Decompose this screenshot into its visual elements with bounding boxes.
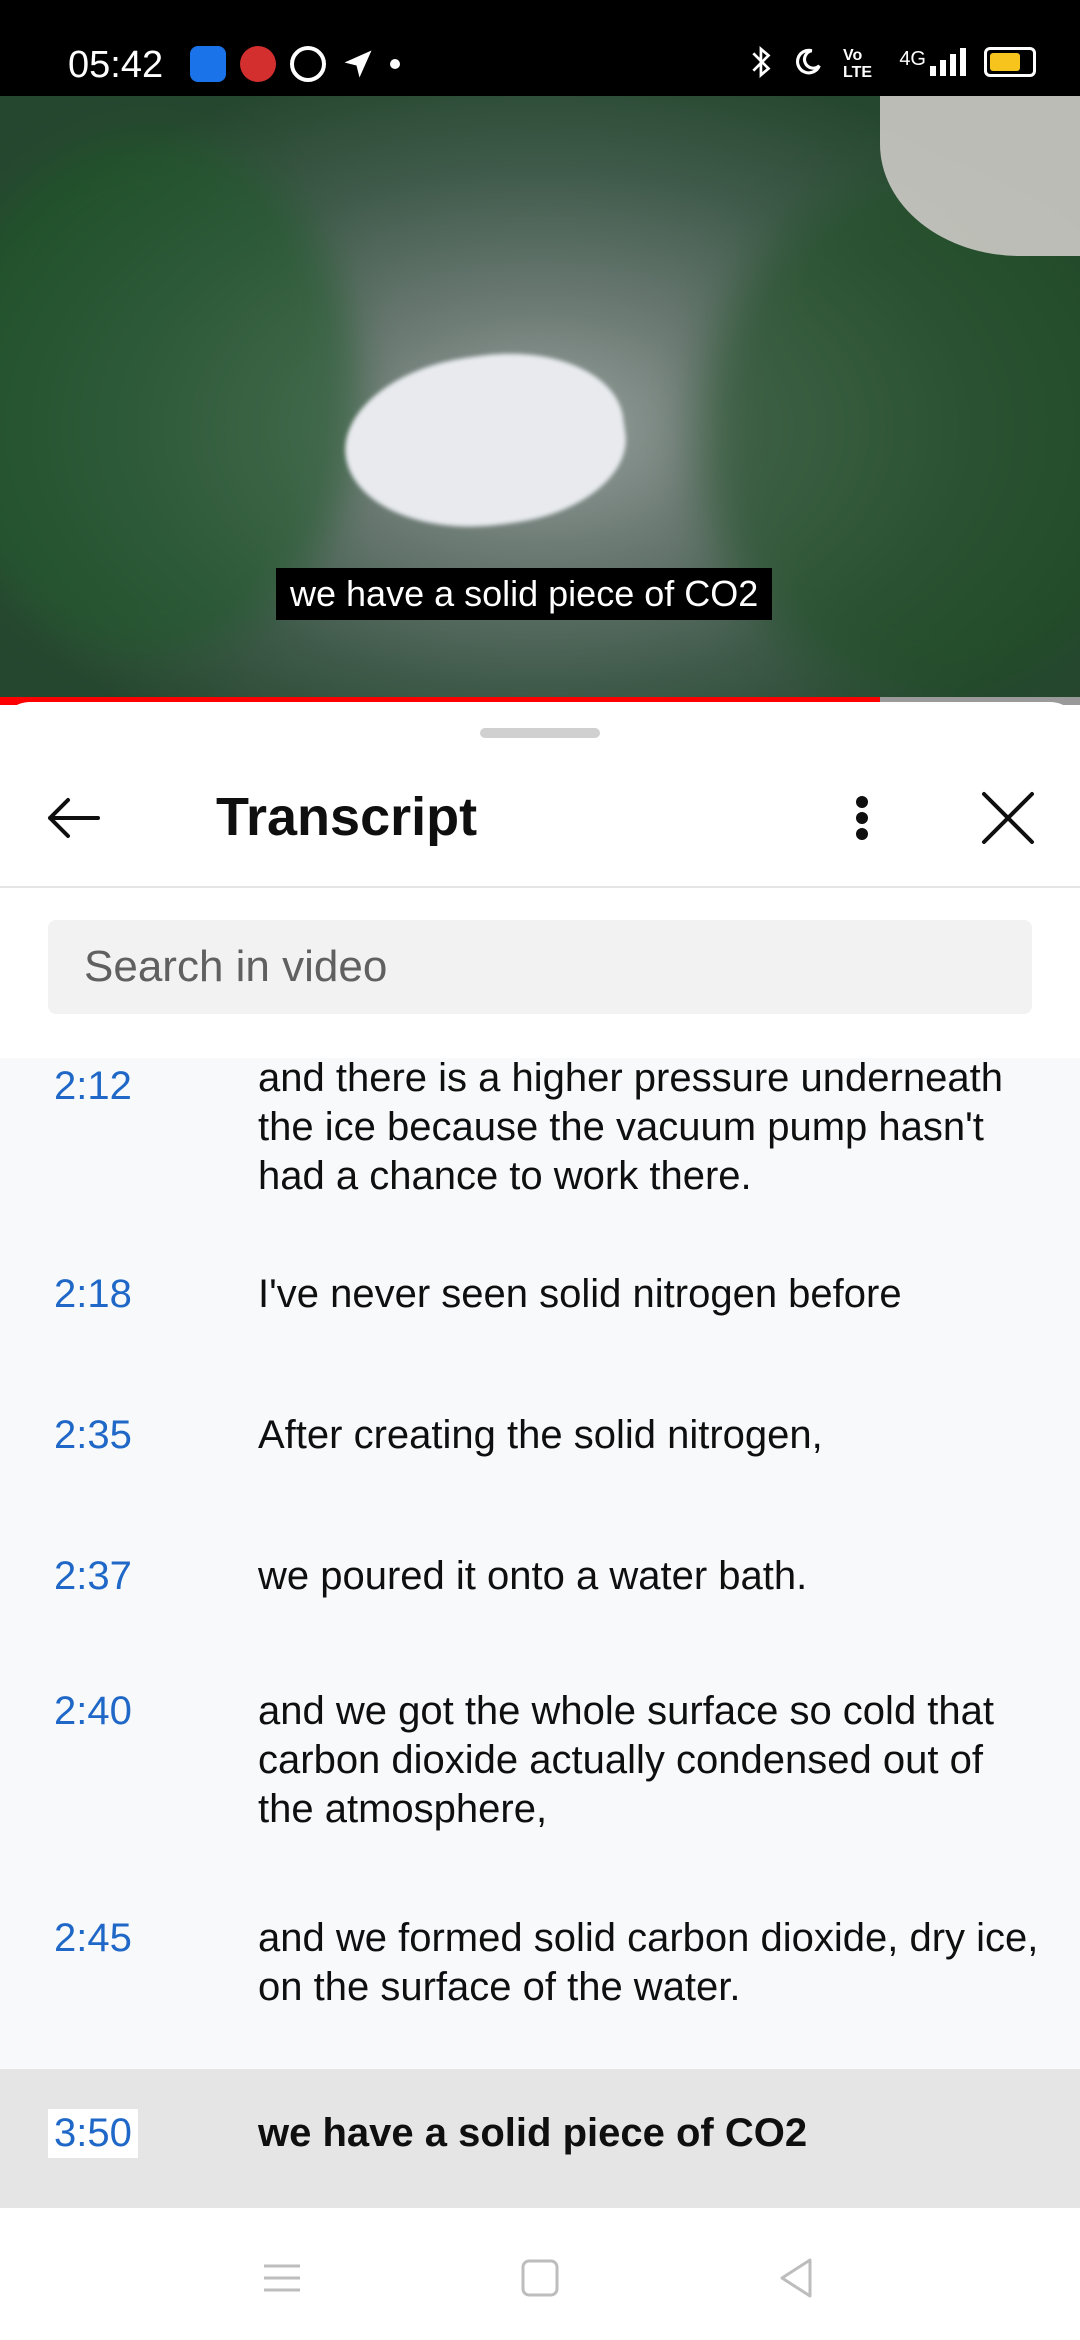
app-icon [290, 46, 326, 82]
transcript-header: Transcript [0, 750, 1080, 886]
transcript-text: and there is a higher pressure underneat… [258, 1058, 1003, 1198]
jio-icon [240, 46, 276, 82]
volte-icon: VoLTE [843, 47, 872, 80]
transcript-row-active[interactable]: 3:50 we have a solid piece of CO2 [0, 2069, 1080, 2208]
transcript-text: we poured it onto a water bath. [258, 1554, 808, 1598]
transcript-row[interactable]: 2:18 I've never seen solid nitrogen befo… [0, 1270, 1080, 1370]
transcript-text: and we formed solid carbon dioxide, dry … [258, 1916, 1039, 2009]
transcript-text: After creating the solid nitrogen, [258, 1413, 823, 1457]
close-button[interactable] [970, 780, 1046, 856]
transcript-text: and we got the whole surface so cold tha… [258, 1689, 995, 1831]
more-options-button[interactable] [832, 780, 892, 856]
transcript-text: I've never seen solid nitrogen before [258, 1272, 902, 1316]
transcript-text: we have a solid piece of CO2 [258, 2111, 808, 2155]
status-bar: 05:42 Vo LTE 4G [0, 0, 1080, 96]
transcript-timestamp[interactable]: 3:50 [48, 2109, 138, 2158]
battery-icon [984, 47, 1036, 77]
transcript-timestamp[interactable]: 2:40 [48, 1687, 138, 1736]
transcript-row[interactable]: 2:35 After creating the solid nitrogen, [0, 1411, 1080, 1511]
header-divider [0, 886, 1080, 888]
back-nav-icon[interactable] [766, 2248, 826, 2308]
status-time: 05:42 [68, 44, 164, 86]
menu-icon[interactable] [252, 2248, 312, 2308]
transcript-title: Transcript [216, 787, 478, 847]
dot-icon [390, 59, 400, 69]
bluetooth-icon [752, 46, 771, 78]
video-frame-object [334, 337, 636, 545]
transcript-panel: Transcript 2:12 and there is a higher pr… [0, 702, 1080, 2208]
system-navigation-bar [0, 2208, 1080, 2340]
video-subtitle: we have a solid piece of CO2 [276, 568, 773, 620]
notification-icons [190, 46, 400, 82]
transcript-timestamp[interactable]: 2:18 [48, 1270, 138, 1319]
search-box[interactable] [48, 920, 1032, 1014]
close-icon [982, 792, 1034, 844]
system-icons: Vo LTE 4G [749, 44, 1036, 80]
more-vert-icon [856, 796, 868, 840]
transcript-list[interactable]: 2:12 and there is a higher pressure unde… [0, 1058, 1080, 2208]
transcript-timestamp[interactable]: 2:45 [48, 1914, 138, 1963]
arrow-left-icon [48, 798, 100, 838]
transcript-timestamp[interactable]: 2:37 [48, 1552, 138, 1601]
moon-icon [796, 48, 822, 75]
video-player[interactable]: we have a solid piece of CO2 [0, 96, 1080, 700]
android-icon [190, 46, 226, 82]
network-type: 4G [899, 48, 926, 70]
location-icon [344, 50, 372, 78]
transcript-row[interactable]: 2:40 and we got the whole surface so col… [0, 1687, 1080, 1867]
transcript-row[interactable]: 2:37 we poured it onto a water bath. [0, 1552, 1080, 1652]
drag-handle[interactable] [480, 728, 600, 738]
back-button[interactable] [36, 780, 112, 856]
signal-4g-icon: 4G [899, 48, 966, 76]
search-input[interactable] [48, 920, 1032, 1014]
svg-text:LTE: LTE [843, 64, 872, 80]
svg-text:Vo: Vo [843, 47, 862, 64]
transcript-timestamp[interactable]: 2:12 [48, 1062, 138, 1111]
transcript-timestamp[interactable]: 2:35 [48, 1411, 138, 1460]
home-icon[interactable] [510, 2248, 570, 2308]
transcript-row[interactable]: 2:45 and we formed solid carbon dioxide,… [0, 1914, 1080, 2044]
transcript-row[interactable]: 2:12 and there is a higher pressure unde… [0, 1058, 1080, 1238]
